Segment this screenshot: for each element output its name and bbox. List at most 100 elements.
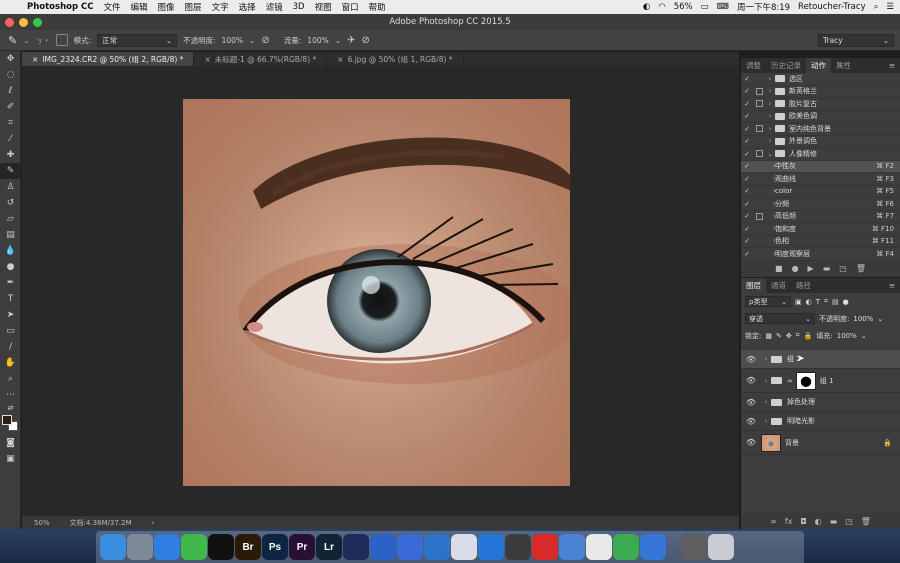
lock-artboard-icon[interactable]: ⌗ bbox=[796, 331, 800, 340]
screen-mode-icon[interactable]: ▣ bbox=[0, 451, 21, 467]
brush-tool-icon[interactable]: ✎ bbox=[0, 163, 21, 179]
mask-link-icon[interactable]: ∞ bbox=[787, 377, 793, 385]
chevron-right-icon[interactable]: › bbox=[765, 237, 776, 245]
minimize-button[interactable] bbox=[19, 18, 28, 27]
action-row[interactable]: ✓ › 外景调色 bbox=[741, 135, 900, 148]
move-tool-icon[interactable]: ✥ bbox=[0, 51, 21, 67]
menu-3d[interactable]: 3D bbox=[288, 2, 310, 12]
tab-channels[interactable]: 通道 bbox=[766, 278, 791, 293]
menu-window[interactable]: 窗口 bbox=[337, 1, 364, 13]
tab-actions[interactable]: 动作 bbox=[806, 58, 831, 73]
bridge-icon[interactable]: Br bbox=[235, 534, 261, 560]
new-layer-icon[interactable]: ◳ bbox=[845, 517, 853, 526]
menu-filter[interactable]: 滤镜 bbox=[261, 1, 288, 13]
check-icon[interactable]: ✓ bbox=[741, 100, 753, 108]
filter-kind-select[interactable]: ρ类型 ⌄ bbox=[745, 296, 791, 307]
photoshop-icon[interactable]: Ps bbox=[262, 534, 288, 560]
check-icon[interactable]: ✓ bbox=[741, 212, 753, 220]
visibility-eye-icon[interactable]: 👁 bbox=[741, 398, 761, 407]
chevron-right-icon[interactable]: › bbox=[765, 200, 776, 208]
qq-icon[interactable] bbox=[208, 534, 234, 560]
tab-close-icon[interactable]: × bbox=[32, 55, 38, 64]
path-selection-tool-icon[interactable]: ➤ bbox=[0, 307, 21, 323]
action-row[interactable]: ✓ › 胶片复古 bbox=[741, 98, 900, 111]
more-tools-icon[interactable]: ⋯ bbox=[0, 387, 21, 403]
blend-mode-select[interactable]: 穿透 ⌄ bbox=[745, 313, 815, 324]
history-brush-tool-icon[interactable]: ↺ bbox=[0, 195, 21, 211]
cluster-icon[interactable] bbox=[451, 534, 477, 560]
lock-position-icon[interactable]: ✥ bbox=[786, 332, 792, 340]
notification-icon[interactable]: ☰ bbox=[886, 2, 894, 12]
dodge-tool-icon[interactable]: ● bbox=[0, 259, 21, 275]
add-mask-icon[interactable]: ◘ bbox=[800, 517, 806, 526]
dialog-toggle-icon[interactable] bbox=[753, 235, 765, 248]
lock-pixels-icon[interactable]: ✎ bbox=[776, 332, 782, 340]
layer-row[interactable]: 👁 › 明暗光影 bbox=[741, 412, 900, 431]
chevron-right-icon[interactable]: › bbox=[765, 100, 775, 108]
smart-filter-icon[interactable]: ▤ bbox=[832, 298, 839, 306]
tab-close-icon[interactable]: × bbox=[204, 55, 210, 64]
brush-tool-icon[interactable]: ✎ bbox=[8, 34, 17, 47]
check-icon[interactable]: ✓ bbox=[741, 162, 753, 170]
layer-row[interactable]: 👁 › 组 2 ➤ bbox=[741, 350, 900, 369]
dialog-toggle-icon[interactable] bbox=[753, 123, 765, 136]
type-tool-icon[interactable]: T bbox=[0, 291, 21, 307]
1password-icon[interactable] bbox=[424, 534, 450, 560]
new-group-icon[interactable]: ▬ bbox=[830, 517, 838, 526]
document-image[interactable] bbox=[183, 99, 570, 486]
layer-mask-thumbnail[interactable] bbox=[795, 371, 816, 390]
chevron-down-icon[interactable]: ⌄ bbox=[861, 332, 867, 340]
action-row[interactable]: ✓ › 室内纯色背景 bbox=[741, 123, 900, 136]
new-action-icon[interactable]: ◳ bbox=[839, 264, 847, 273]
mode-select[interactable]: 正常 ⌄ bbox=[97, 33, 178, 47]
battery-icon[interactable]: ▭ bbox=[701, 2, 709, 12]
link-layers-icon[interactable]: ∞ bbox=[770, 517, 777, 526]
chevron-right-icon[interactable]: › bbox=[765, 187, 776, 195]
crop-tool-icon[interactable]: ⌗ bbox=[0, 115, 21, 131]
baidu-icon[interactable] bbox=[370, 534, 396, 560]
action-row[interactable]: ✓ › 分频 ⌘ F6 bbox=[741, 198, 900, 211]
status-menu-chevron-icon[interactable]: › bbox=[152, 519, 155, 527]
new-set-icon[interactable]: ▬ bbox=[823, 264, 831, 273]
dialog-toggle-icon[interactable] bbox=[753, 185, 765, 198]
action-row[interactable]: ✓ › 中性灰 ⌘ F2 bbox=[741, 160, 900, 173]
eraser-tool-icon[interactable]: ▱ bbox=[0, 211, 21, 227]
airbrush-icon[interactable]: ✈ bbox=[347, 35, 355, 46]
dialog-toggle-icon[interactable] bbox=[753, 85, 765, 98]
menu-edit[interactable]: 编辑 bbox=[126, 1, 153, 13]
blur-tool-icon[interactable]: 💧 bbox=[0, 243, 21, 259]
check-icon[interactable]: ✓ bbox=[741, 137, 753, 145]
chevron-right-icon[interactable]: › bbox=[765, 137, 775, 145]
menu-image[interactable]: 图像 bbox=[153, 1, 180, 13]
menu-layer[interactable]: 图层 bbox=[180, 1, 207, 13]
check-icon[interactable]: ✓ bbox=[741, 75, 753, 83]
dialog-toggle-icon[interactable] bbox=[753, 135, 765, 148]
search-icon[interactable]: ⌕ bbox=[874, 2, 879, 12]
textedit-icon[interactable] bbox=[586, 534, 612, 560]
action-row[interactable]: ✓ › 新英格兰 bbox=[741, 85, 900, 98]
wifi-icon[interactable]: ◠ bbox=[658, 2, 665, 12]
check-icon[interactable]: ✓ bbox=[741, 200, 753, 208]
chevron-right-icon[interactable]: › bbox=[761, 355, 771, 363]
panel-menu-icon[interactable]: ≡ bbox=[889, 281, 900, 290]
canvas-area[interactable] bbox=[22, 66, 739, 516]
menu-select[interactable]: 选择 bbox=[234, 1, 261, 13]
brush-panel-icon[interactable] bbox=[55, 34, 68, 46]
wechat-icon[interactable] bbox=[181, 534, 207, 560]
layer-opacity-value[interactable]: 100% bbox=[853, 315, 873, 323]
action-row[interactable]: ✓ › color ⌘ F5 bbox=[741, 185, 900, 198]
chevron-right-icon[interactable]: › bbox=[761, 377, 771, 385]
check-icon[interactable]: ✓ bbox=[741, 225, 753, 233]
tab-img-2324[interactable]: × IMG_2324.CR2 @ 50% (组 2, RGB/8) * bbox=[22, 52, 195, 66]
layer-row[interactable]: 👁 › 掉色处理 bbox=[741, 393, 900, 412]
clone-stamp-tool-icon[interactable]: ♙ bbox=[0, 179, 21, 195]
visibility-eye-icon[interactable]: 👁 bbox=[741, 438, 761, 447]
chevron-right-icon[interactable]: › bbox=[765, 225, 776, 233]
action-row[interactable]: ✓ › 高低频 ⌘ F7 bbox=[741, 211, 900, 223]
workspace-select[interactable]: Tracy ⌄ bbox=[818, 33, 894, 47]
hand-tool-icon[interactable]: ✋ bbox=[0, 355, 21, 371]
cinema4d-icon[interactable] bbox=[343, 534, 369, 560]
pixel-filter-icon[interactable]: ▣ bbox=[795, 298, 802, 306]
dialog-toggle-icon[interactable] bbox=[753, 98, 765, 111]
lock-all-icon[interactable]: 🔒 bbox=[804, 332, 813, 340]
